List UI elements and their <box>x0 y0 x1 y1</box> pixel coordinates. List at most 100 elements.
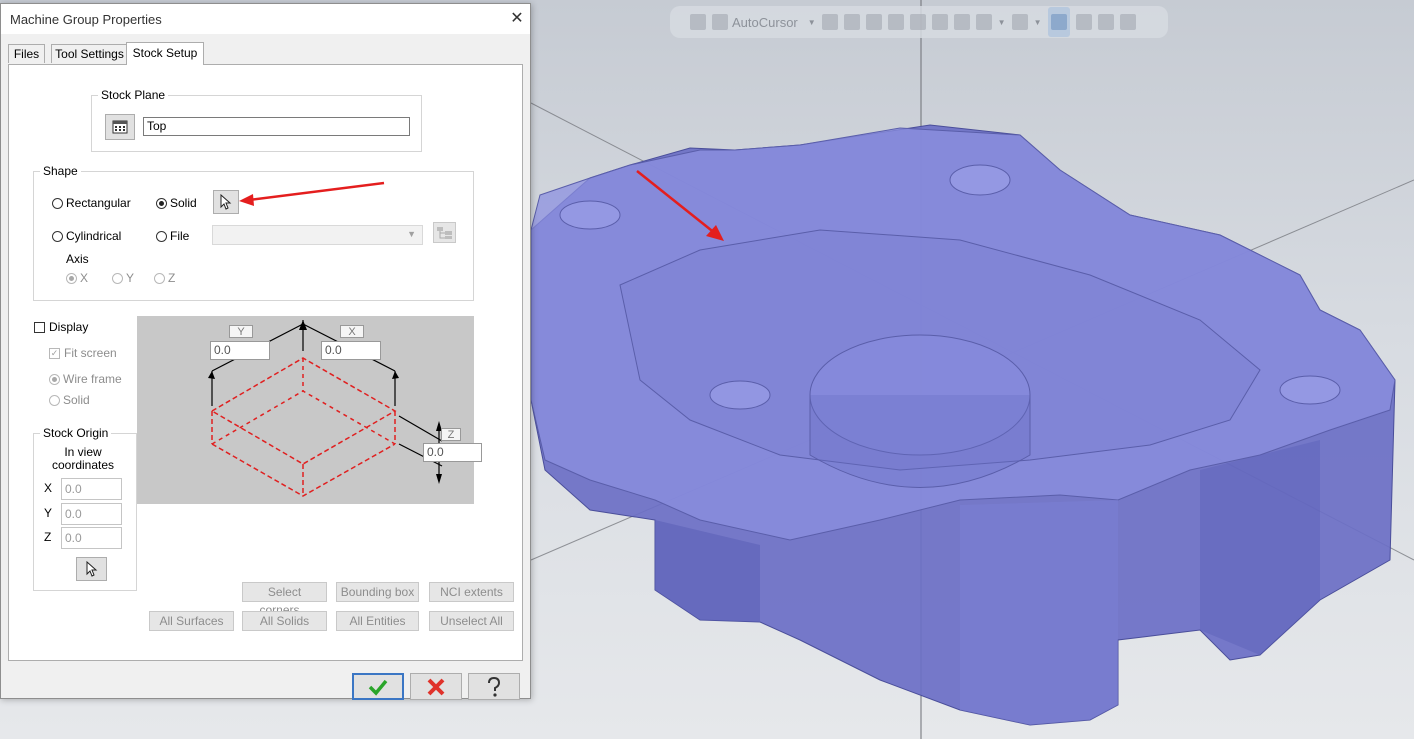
origin-z-label: Z <box>44 530 52 544</box>
shape-cylindrical-label: Cylindrical <box>66 229 122 243</box>
axis-x-radio[interactable]: X <box>66 271 88 285</box>
preview-y-field[interactable]: 0.0 <box>210 341 270 360</box>
autocursor-icon[interactable] <box>712 14 728 30</box>
preview-z-label: Z <box>441 428 461 441</box>
help-button[interactable] <box>468 673 520 700</box>
axis-y-label: Y <box>126 271 135 285</box>
close-icon[interactable]: ✕ <box>506 8 528 30</box>
axis-x-label: X <box>80 271 89 285</box>
shape-file-label: File <box>170 229 190 243</box>
fit-screen-label: Fit screen <box>64 346 117 360</box>
stock-plane-button[interactable] <box>105 114 135 140</box>
plane-select-icon <box>112 120 128 134</box>
radio-dot <box>156 197 167 209</box>
wire-frame-label: Wire frame <box>63 372 122 386</box>
tab-tool-settings[interactable]: Tool Settings <box>51 44 128 63</box>
radio-dot <box>66 272 77 284</box>
axis-z-label: Z <box>168 271 176 285</box>
folder-tree-icon <box>436 226 452 239</box>
wire-frame-radio[interactable]: Wire frame <box>49 372 122 386</box>
stock-origin-legend: Stock Origin <box>43 426 109 440</box>
preview-x-label: X <box>340 325 364 338</box>
body-select-icon[interactable] <box>909 14 926 30</box>
origin-x-field[interactable]: 0.0 <box>61 478 122 500</box>
window-select-icon[interactable] <box>1011 14 1028 30</box>
lock-icon[interactable] <box>690 14 706 30</box>
shape-legend: Shape <box>43 164 78 178</box>
undo-select-icon[interactable] <box>1119 14 1136 30</box>
chevron-down-icon[interactable]: ▼ <box>808 18 816 27</box>
stock-origin-caption: In view coordinates <box>51 445 115 472</box>
origin-y-field[interactable]: 0.0 <box>61 503 122 525</box>
checkbox-box <box>34 321 45 333</box>
shape-rectangular-radio[interactable]: Rectangular <box>52 196 131 210</box>
axis-z-radio[interactable]: Z <box>154 271 175 285</box>
preview-z-field[interactable]: 0.0 <box>423 443 482 462</box>
mask-icon[interactable] <box>1075 14 1092 30</box>
axis-label: Axis <box>66 252 89 266</box>
stock-plane-legend: Stock Plane <box>101 88 166 102</box>
zoom-select-icon[interactable] <box>1047 7 1070 37</box>
radio-dot <box>156 230 167 242</box>
stock-preview: Y 0.0 X 0.0 Z 0.0 <box>137 316 482 504</box>
file-dropdown[interactable]: ▼ <box>212 225 423 245</box>
origin-z-field[interactable]: 0.0 <box>61 527 122 549</box>
all-entities-button[interactable]: All Entities <box>336 611 419 631</box>
stock-box-diagram <box>208 320 443 497</box>
chevron-down-icon[interactable]: ▼ <box>998 18 1006 27</box>
cursor-arrow-icon <box>220 194 232 210</box>
annotation-arrow <box>239 181 385 206</box>
refresh-icon[interactable] <box>1097 14 1114 30</box>
select-corners-button[interactable]: Select corners... <box>242 582 327 617</box>
shape-cylindrical-radio[interactable]: Cylindrical <box>52 229 121 243</box>
checkmark-icon <box>368 679 388 696</box>
question-mark-icon <box>488 676 501 697</box>
axis-y-radio[interactable]: Y <box>112 271 134 285</box>
display-checkbox[interactable]: Display <box>34 320 88 334</box>
bounding-box-button[interactable]: Bounding box <box>336 582 419 602</box>
radio-dot <box>49 394 60 406</box>
display-solid-label: Solid <box>63 393 90 407</box>
fit-screen-checkbox[interactable]: ✓ Fit screen <box>49 346 117 360</box>
origin-y-label: Y <box>44 506 53 520</box>
tab-files[interactable]: Files <box>8 44 45 63</box>
tab-stock-setup[interactable]: Stock Setup <box>126 42 204 65</box>
shape-solid-radio[interactable]: Solid <box>156 196 197 210</box>
select-origin-button[interactable] <box>76 557 107 581</box>
verify-select-icon[interactable] <box>975 14 992 30</box>
radio-dot <box>49 373 60 385</box>
preview-y-label: Y <box>229 325 253 338</box>
file-browse-button[interactable] <box>433 222 456 243</box>
preview-x-field[interactable]: 0.0 <box>321 341 381 360</box>
nci-extents-button[interactable]: NCI extents <box>429 582 514 602</box>
chevron-down-icon: ▼ <box>407 229 416 239</box>
select-solid-button[interactable] <box>213 190 239 214</box>
ok-button[interactable] <box>352 673 404 700</box>
cancel-button[interactable] <box>410 673 462 700</box>
machine-group-properties-dialog: Machine Group Properties ✕ Files Tool Se… <box>0 3 531 700</box>
radio-dot <box>112 272 123 284</box>
dialog-title: Machine Group Properties <box>10 12 162 27</box>
viewport-toolbar: AutoCursor ▼ ▼ ▼ <box>670 6 1168 38</box>
shape-solid-label: Solid <box>170 196 197 210</box>
select-arrow-icon[interactable] <box>843 14 860 30</box>
snap-icon[interactable] <box>821 14 838 30</box>
cursor-arrow-icon <box>86 561 97 577</box>
autocursor-label[interactable]: AutoCursor <box>732 15 798 30</box>
solid-select-icon[interactable] <box>887 14 904 30</box>
shape-file-radio[interactable]: File <box>156 229 189 243</box>
color-select-icon[interactable] <box>953 14 970 30</box>
radio-dot <box>52 230 63 242</box>
display-solid-radio[interactable]: Solid <box>49 393 90 407</box>
shape-rectangular-label: Rectangular <box>66 196 131 210</box>
radio-dot <box>52 197 63 209</box>
chevron-down-icon[interactable]: ▼ <box>1034 18 1042 27</box>
dialog-titlebar[interactable]: Machine Group Properties ✕ <box>1 4 530 34</box>
shape-select-icon[interactable] <box>865 14 882 30</box>
face-select-icon[interactable] <box>931 14 948 30</box>
stock-plane-field[interactable]: Top <box>143 117 410 136</box>
unselect-all-button[interactable]: Unselect All <box>429 611 514 631</box>
radio-dot <box>154 272 165 284</box>
all-solids-button[interactable]: All Solids <box>242 611 327 631</box>
all-surfaces-button[interactable]: All Surfaces <box>149 611 234 631</box>
